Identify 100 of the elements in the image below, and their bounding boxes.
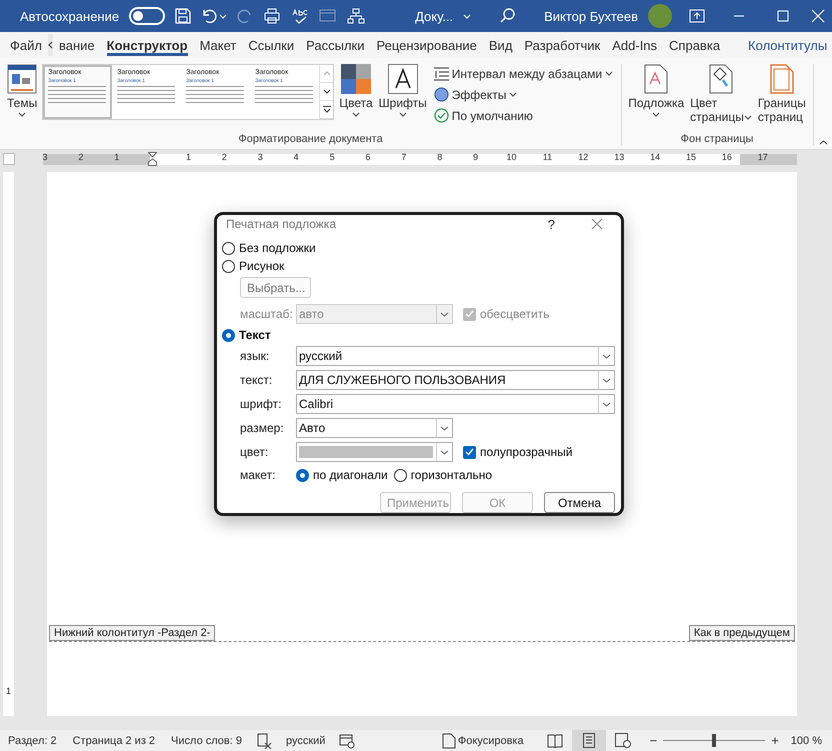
- ribbon-tab[interactable]: Колонтитулы: [742, 34, 832, 56]
- ribbon-tab[interactable]: Справка: [663, 34, 726, 56]
- ribbon-tab[interactable]: Макет: [194, 34, 242, 56]
- focus-button[interactable]: Фокусировка: [442, 732, 524, 748]
- ruler-number: 3: [41, 152, 48, 164]
- hierarchy-icon[interactable]: [347, 8, 366, 24]
- ribbon-tab[interactable]: Ссылки: [242, 34, 300, 56]
- print-layout-button[interactable]: [572, 730, 606, 751]
- spelling-check-icon[interactable]: [291, 8, 310, 24]
- field-label: шрифт:: [240, 397, 282, 411]
- redo-icon[interactable]: [237, 8, 254, 24]
- search-icon[interactable]: [500, 8, 516, 24]
- help-button[interactable]: ?: [546, 216, 557, 232]
- ribbon-tab[interactable]: Конструктор: [100, 34, 194, 56]
- paragraph-spacing-icon: [434, 66, 449, 80]
- chevron-down-icon: [440, 426, 449, 430]
- same-as-previous-tag: Как в предыдущем: [688, 625, 795, 641]
- close-icon[interactable]: [591, 218, 603, 230]
- proofing-icon[interactable]: [256, 732, 272, 748]
- accessibility-icon[interactable]: [339, 732, 356, 748]
- printer-icon[interactable]: [263, 8, 282, 24]
- ruler-number: 12: [577, 152, 590, 164]
- ruler-number: 16: [720, 152, 733, 164]
- scroll-left-button[interactable]: [48, 34, 53, 56]
- ruler-number: 3: [256, 152, 264, 164]
- group-label: Форматирование документа: [237, 133, 384, 147]
- field-label: размер:: [240, 421, 285, 435]
- text-lines-drawing: [48, 86, 106, 104]
- chevron-down-icon: [440, 312, 449, 316]
- dropdown-field[interactable]: русский: [296, 346, 615, 366]
- ruler-number: 14: [649, 152, 662, 164]
- checkmark-icon: [465, 310, 474, 318]
- text-radio[interactable]: Текст: [222, 326, 615, 344]
- color-palette-icon: [340, 64, 371, 94]
- group-label: Фон страницы: [680, 133, 754, 147]
- page-borders-icon: [770, 64, 794, 94]
- paragraph-spacing-button[interactable]: Интервал между абзацами: [432, 64, 616, 83]
- page-icon: [582, 733, 595, 748]
- ribbon-tab[interactable]: Add-Ins: [606, 34, 664, 56]
- ruler-number: 8: [436, 152, 444, 164]
- user-name[interactable]: Виктор Бухтеев: [544, 8, 638, 24]
- ruler-number: 11: [542, 152, 554, 164]
- dropdown-field[interactable]: Авто: [296, 418, 453, 438]
- zoom-in-button[interactable]: +: [769, 733, 781, 748]
- indent-marker-icon[interactable]: [148, 152, 158, 166]
- undo-icon[interactable]: [201, 8, 228, 24]
- language-indicator[interactable]: русский: [286, 734, 326, 746]
- colors-button[interactable]: Цвета: [338, 62, 374, 133]
- ruler-number: 13: [613, 152, 626, 164]
- fonts-button[interactable]: Шрифты: [378, 62, 428, 133]
- word-count[interactable]: Число слов: 9: [171, 734, 242, 746]
- layout-radio[interactable]: горизонтально: [394, 466, 492, 484]
- page-color-button[interactable]: Цвет страницы: [689, 62, 753, 133]
- autosave-toggle[interactable]: [129, 7, 166, 25]
- themes-button[interactable]: Темы: [6, 62, 38, 133]
- effects-button[interactable]: Эффекты: [432, 85, 616, 104]
- ribbon-tab[interactable]: Разработчик: [518, 34, 606, 56]
- field-label: масштаб:: [240, 307, 294, 321]
- font-icon: [388, 64, 418, 94]
- chevron-left-icon: [48, 41, 53, 49]
- zoom-out-button[interactable]: −: [648, 733, 660, 748]
- document-title[interactable]: Доку...: [415, 8, 454, 24]
- ruler-number: 1: [4, 686, 12, 696]
- page-indicator[interactable]: Страница 2 из 2: [72, 734, 156, 746]
- ribbon-tab[interactable]: Рассылки: [300, 34, 370, 56]
- dropdown-field[interactable]: ДЛЯ СЛУЖЕБНОГО ПОЛЬЗОВАНИЯ: [296, 370, 615, 390]
- color-dropdown[interactable]: [296, 442, 453, 462]
- chevron-down-icon: [602, 378, 611, 382]
- page-borders-button[interactable]: Границы страниц: [756, 62, 807, 133]
- chevron-up-icon: [322, 71, 331, 76]
- web-page-icon: [614, 733, 631, 748]
- chevron-down-icon: [440, 450, 449, 454]
- zoom-slider-thumb[interactable]: [712, 734, 716, 747]
- window-icon[interactable]: [319, 8, 338, 24]
- more-icon: [322, 106, 331, 113]
- book-icon: [546, 734, 563, 748]
- ruler-number: 2: [220, 152, 228, 164]
- set-default-button[interactable]: По умолчанию: [432, 106, 616, 125]
- collapse-ribbon-icon[interactable]: [818, 140, 828, 145]
- ruler-number: 7: [400, 152, 408, 164]
- ribbon-tab[interactable]: вание: [52, 34, 101, 56]
- no-watermark-radio[interactable]: Без подложки: [222, 239, 615, 257]
- ribbon-tab[interactable]: Вид: [482, 34, 518, 56]
- ruler-number: 10: [506, 152, 518, 164]
- dropdown-field[interactable]: Calibri: [296, 394, 615, 414]
- save-icon[interactable]: [175, 8, 192, 24]
- field-label: макет:: [240, 468, 276, 482]
- layout-radio[interactable]: по диагонали: [296, 466, 388, 484]
- field-label: текст:: [240, 373, 274, 387]
- checkmark-circle-icon: [434, 108, 449, 123]
- watermark-button[interactable]: Подложка: [627, 62, 686, 133]
- section-indicator[interactable]: Раздел: 2: [8, 734, 57, 746]
- dialog-button[interactable]: Отмена: [544, 492, 615, 513]
- caret-icon: [463, 14, 472, 18]
- ruler-number: 1: [185, 152, 192, 164]
- ribbon-tab[interactable]: Рецензирование: [370, 34, 483, 56]
- ribbon-tab[interactable]: Файл: [4, 34, 48, 56]
- zoom-level[interactable]: 100 %: [790, 734, 822, 746]
- semitransparent-checkbox[interactable]: полупрозрачный: [463, 445, 572, 459]
- page-paint-icon: [709, 64, 733, 94]
